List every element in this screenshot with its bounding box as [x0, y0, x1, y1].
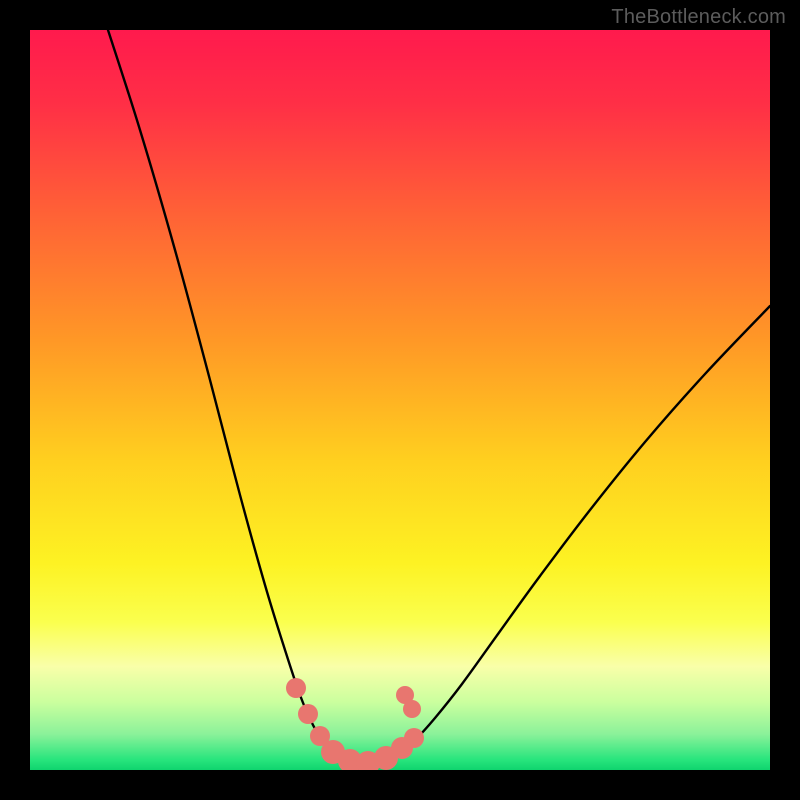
- watermark-text: TheBottleneck.com: [611, 6, 786, 29]
- right-curve: [360, 306, 770, 763]
- marker-dot: [286, 678, 306, 698]
- plot-area: [30, 30, 770, 770]
- chart-frame: TheBottleneck.com: [0, 0, 800, 800]
- chart-curves: [30, 30, 770, 770]
- marker-dot: [404, 728, 424, 748]
- markers: [286, 678, 424, 770]
- marker-dot: [403, 700, 421, 718]
- left-curve: [108, 30, 360, 763]
- marker-dot: [298, 704, 318, 724]
